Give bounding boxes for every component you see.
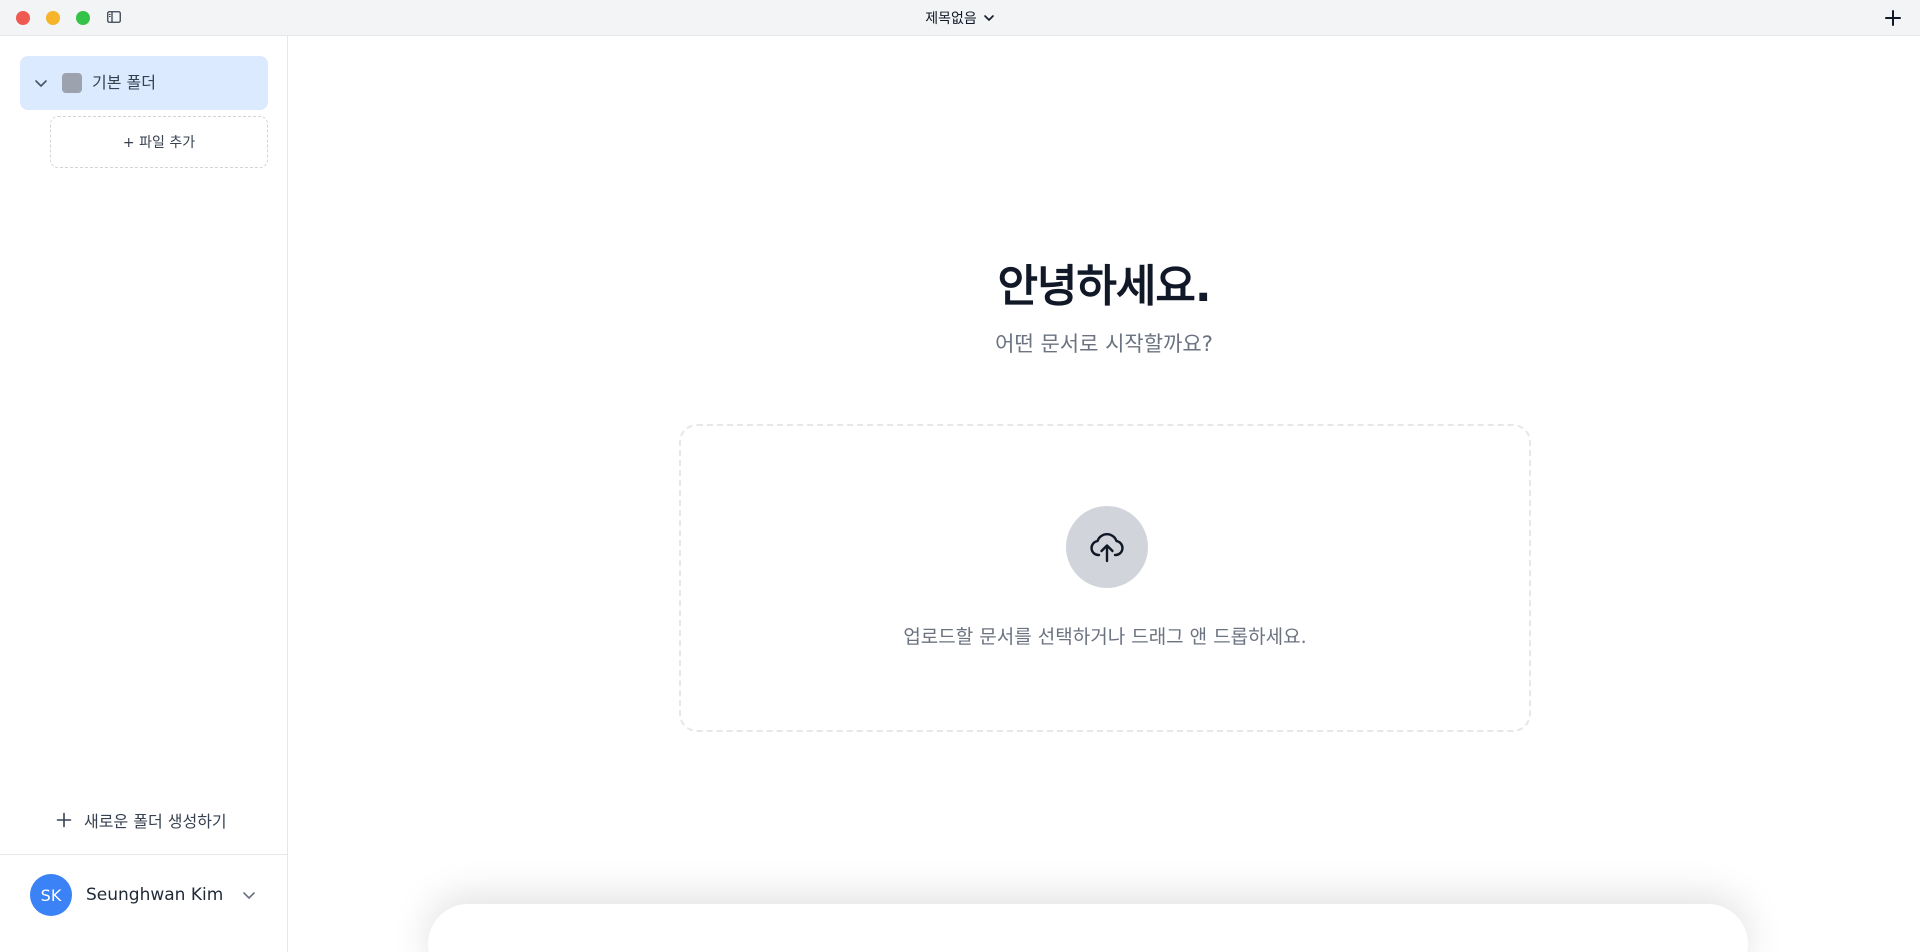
chevron-down-icon [243, 892, 255, 899]
greeting-heading: 안녕하세요. [997, 261, 1211, 312]
sidebar: 기본 폴더 + 파일 추가 새로운 폴더 생성하기 SK Seunghwan K… [0, 36, 288, 952]
plus-icon [56, 812, 72, 828]
close-window-button[interactable] [16, 11, 30, 25]
user-menu[interactable]: SK Seunghwan Kim [30, 874, 260, 916]
cloud-upload-icon [1090, 533, 1124, 563]
main-content: 안녕하세요. 어떤 문서로 시작할까요? 업로드할 문서를 선택하거나 드래그 … [288, 36, 1920, 952]
sidebar-toggle-icon[interactable] [107, 11, 121, 23]
document-title-menu[interactable]: 제목없음 [925, 8, 995, 28]
avatar: SK [30, 874, 72, 916]
new-folder-label: 새로운 폴더 생성하기 [84, 812, 227, 831]
title-bar: 제목없음 [0, 0, 1920, 36]
document-title: 제목없음 [925, 11, 977, 27]
dropzone-instructions: 업로드할 문서를 선택하거나 드래그 앤 드롭하세요. [903, 626, 1307, 648]
minimize-window-button[interactable] [46, 11, 60, 25]
greeting-subtitle: 어떤 문서로 시작할까요? [995, 332, 1213, 356]
chevron-down-icon [983, 15, 994, 21]
maximize-window-button[interactable] [76, 11, 90, 25]
upload-dropzone[interactable]: 업로드할 문서를 선택하거나 드래그 앤 드롭하세요. [679, 424, 1531, 732]
sidebar-folder-default[interactable]: 기본 폴더 [20, 56, 268, 110]
folder-label: 기본 폴더 [92, 73, 156, 92]
folder-color-icon [62, 73, 82, 93]
bottom-input-panel [428, 904, 1748, 952]
new-tab-plus-icon[interactable] [1884, 9, 1902, 27]
chevron-down-icon[interactable] [34, 76, 48, 90]
sidebar-divider [0, 854, 288, 855]
upload-button[interactable] [1066, 506, 1148, 588]
new-folder-button[interactable]: 새로운 폴더 생성하기 [56, 808, 227, 832]
app-window: 제목없음 기본 폴더 + 파일 추가 새로운 폴더 생성하기 SK Seungh… [0, 0, 1920, 952]
user-name: Seunghwan Kim [86, 885, 224, 905]
add-file-button[interactable]: + 파일 추가 [50, 116, 268, 168]
